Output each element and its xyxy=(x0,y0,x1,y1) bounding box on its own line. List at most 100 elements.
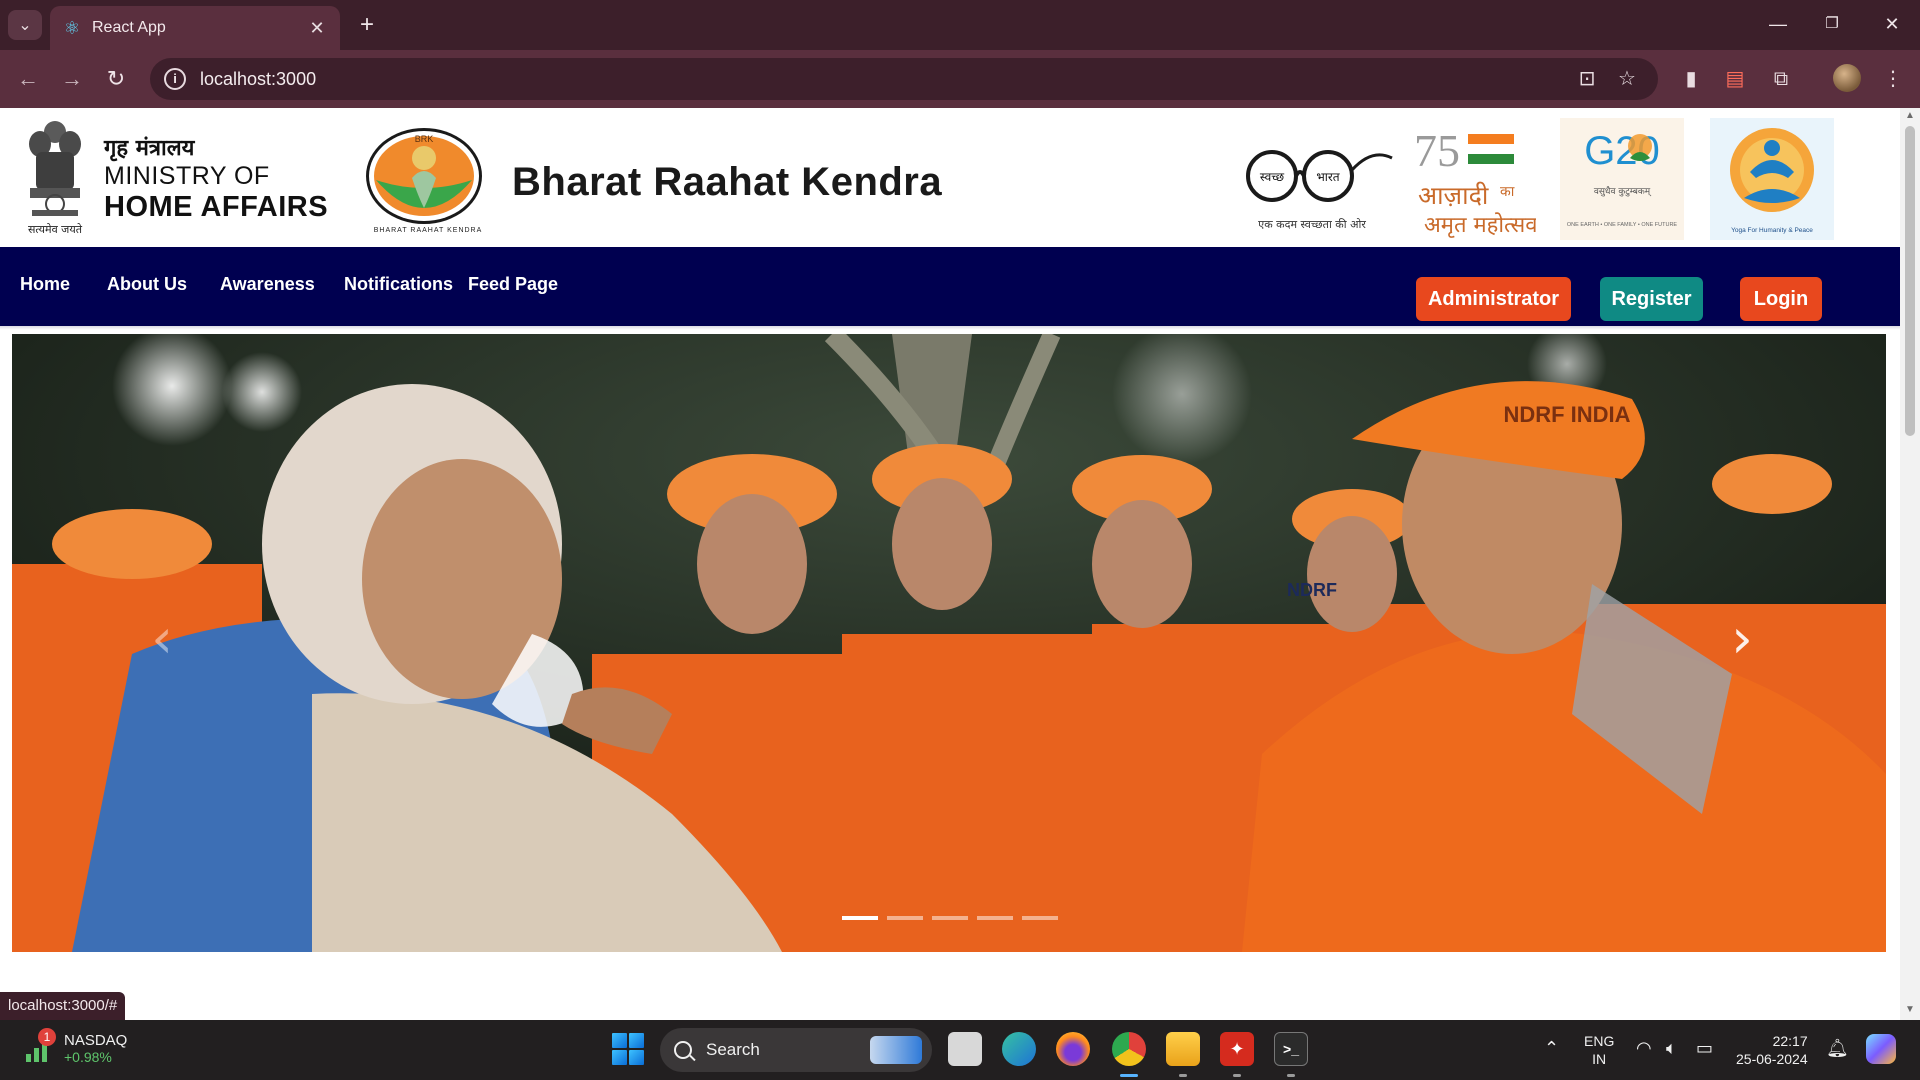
azadi-line2: अमृत महोत्सव xyxy=(1424,212,1536,238)
nav-link-home[interactable]: Home xyxy=(20,274,70,295)
acrobat-reader-icon[interactable]: ✦ xyxy=(1220,1032,1254,1066)
swachh-bharat-logo: स्वच्छ भारत एक कदम स्वच्छता की ओर xyxy=(1246,150,1393,231)
terminal-running-indicator xyxy=(1287,1074,1295,1077)
browser-tab-react-app[interactable]: ⚛ React App ✕ xyxy=(50,6,340,50)
carousel-prev-chevron-icon[interactable]: ‹ xyxy=(132,609,192,669)
extensions-puzzle-icon[interactable]: ⧉ xyxy=(1766,64,1796,94)
azadi-ka: का xyxy=(1500,184,1515,200)
site-header: सत्यमेव जयते गृह मंत्रालय MINISTRY OF HO… xyxy=(0,108,1900,247)
back-arrow-icon[interactable]: ← xyxy=(12,63,44,95)
stock-chart-icon: 1 xyxy=(22,1028,58,1066)
volume-icon[interactable]: 🔈︎ xyxy=(1666,1038,1677,1059)
brk-logo-text: BRK xyxy=(415,134,434,144)
browser-tab-bar: ⌄ ⚛ React App ✕ + — ❐ ✕ xyxy=(0,0,1920,50)
link-status-bubble: localhost:3000/# xyxy=(0,992,126,1020)
close-window-icon[interactable]: ✕ xyxy=(1872,8,1912,40)
site-title: Bharat Raahat Kendra xyxy=(512,160,943,204)
nav-link-about-us[interactable]: About Us xyxy=(107,274,187,295)
lang-line1: ENG xyxy=(1584,1033,1615,1049)
nav-link-awareness[interactable]: Awareness xyxy=(220,274,315,295)
g20-logo: G20 वसुधैव कुटुम्बकम् ONE EARTH • ONE FA… xyxy=(1560,118,1684,240)
system-clock[interactable]: 22:17 25-06-2024 xyxy=(1736,1032,1808,1068)
national-emblem-icon: सत्यमेव जयते xyxy=(28,121,83,236)
tab-title: React App xyxy=(92,19,166,36)
address-bar[interactable]: i localhost:3000 xyxy=(150,58,1658,100)
restore-window-icon[interactable]: ❐ xyxy=(1812,8,1852,40)
show-hidden-icons-chevron-icon[interactable]: ⌃ xyxy=(1544,1038,1559,1059)
browser-menu-icon[interactable]: ⋮ xyxy=(1878,64,1908,94)
terminal-icon[interactable]: >_ xyxy=(1274,1032,1308,1066)
install-app-icon[interactable]: ⊡ xyxy=(1570,62,1604,96)
photo-jacket-text: NDRF xyxy=(1287,580,1337,600)
edge-browser-icon[interactable] xyxy=(1002,1032,1036,1066)
bookmark-star-icon[interactable]: ☆ xyxy=(1610,62,1644,96)
carousel-next-chevron-icon[interactable]: › xyxy=(1712,609,1772,669)
ministry-hindi: गृह मंत्रालय xyxy=(104,136,195,161)
swachh-left-text: स्वच्छ xyxy=(1260,170,1284,184)
stock-change: +0.98% xyxy=(64,1048,112,1065)
photo-cap-text: NDRF INDIA xyxy=(1503,402,1630,427)
new-tab-plus-icon[interactable]: + xyxy=(352,10,382,40)
hero-slide-image: NDRF INDIA NDRF xyxy=(12,334,1886,952)
profile-avatar[interactable] xyxy=(1833,64,1861,92)
ministry-wordmark: गृह मंत्रालय MINISTRY OF HOME AFFAIRS xyxy=(104,132,328,224)
tab-close-icon[interactable]: ✕ xyxy=(306,18,328,39)
carousel-indicator-4[interactable] xyxy=(977,916,1013,920)
brk-logo[interactable]: BRK BHARAT RAAHAT KENDRA xyxy=(362,126,494,236)
ministry-line1: MINISTRY OF xyxy=(104,162,270,190)
task-view-icon[interactable] xyxy=(948,1032,982,1066)
stock-widget[interactable]: 1 NASDAQ +0.98% xyxy=(22,1028,128,1066)
browser-toolbar: ← → ↻ i localhost:3000 ⊡ ☆ ▮ ▤ ⧉ ⋮ xyxy=(0,50,1920,108)
tab-search-chevron-icon[interactable]: ⌄ xyxy=(8,10,42,40)
main-navbar: Home About Us Awareness Notifications Fe… xyxy=(0,247,1900,326)
azadi-ka-amrit-mahotsav-logo: 75 आज़ादी का अमृत महोत्सव xyxy=(1414,125,1536,238)
extension-calendar-icon[interactable]: ▤ xyxy=(1720,64,1750,94)
scrollbar-thumb[interactable] xyxy=(1905,126,1915,436)
stock-name: NASDAQ xyxy=(64,1031,128,1049)
firefox-icon[interactable] xyxy=(1056,1032,1090,1066)
react-favicon-icon: ⚛ xyxy=(63,18,81,38)
nav-link-notifications[interactable]: Notifications xyxy=(344,274,453,295)
ministry-line2: HOME AFFAIRS xyxy=(104,191,329,223)
emblem-motto: सत्यमेव जयते xyxy=(28,223,83,236)
azadi-number: 75 xyxy=(1414,125,1460,176)
yoga-caption: Yoga For Humanity & Peace xyxy=(1731,227,1813,234)
login-button[interactable]: Login xyxy=(1740,277,1822,321)
windows-taskbar: 1 NASDAQ +0.98% Search ✦ >_ ⌃ ENG IN ◠ 🔈… xyxy=(0,1020,1920,1080)
clock-date: 25-06-2024 xyxy=(1736,1051,1808,1067)
notification-bell-icon[interactable]: 🔔︎ xyxy=(1826,1038,1849,1059)
acrobat-running-indicator xyxy=(1233,1074,1241,1077)
scroll-up-arrow-icon[interactable]: ▲ xyxy=(1904,110,1916,121)
minimize-window-icon[interactable]: — xyxy=(1758,8,1798,40)
page-scrollbar[interactable]: ▲ ▼ xyxy=(1900,108,1920,1020)
g20-sub: वसुधैव कुटुम्बकम् xyxy=(1594,185,1652,197)
search-icon xyxy=(674,1041,692,1059)
register-button[interactable]: Register xyxy=(1600,277,1703,321)
copilot-icon[interactable] xyxy=(1866,1034,1896,1064)
swachh-caption: एक कदम स्वच्छता की ओर xyxy=(1258,218,1366,231)
file-explorer-icon[interactable] xyxy=(1166,1032,1200,1066)
carousel-indicator-5[interactable] xyxy=(1022,916,1058,920)
extension-icon[interactable]: ▮ xyxy=(1676,64,1706,94)
input-language-indicator[interactable]: ENG IN xyxy=(1584,1032,1614,1068)
brk-logo-caption: BHARAT RAAHAT KENDRA xyxy=(374,227,483,234)
site-info-icon[interactable]: i xyxy=(164,68,186,90)
carousel-indicator-3[interactable] xyxy=(932,916,968,920)
taskbar-search-box[interactable]: Search xyxy=(660,1028,932,1072)
chrome-icon[interactable] xyxy=(1112,1032,1146,1066)
carousel-indicator-2[interactable] xyxy=(887,916,923,920)
reload-icon[interactable]: ↻ xyxy=(100,63,132,95)
scroll-down-arrow-icon[interactable]: ▼ xyxy=(1904,1004,1916,1015)
forward-arrow-icon[interactable]: → xyxy=(56,63,88,95)
stock-notification-badge: 1 xyxy=(38,1028,56,1046)
hero-carousel[interactable]: NDRF INDIA NDRF ‹ › xyxy=(12,334,1886,952)
windows-start-icon[interactable] xyxy=(612,1033,644,1065)
carousel-indicator-1[interactable] xyxy=(842,916,878,920)
administrator-button[interactable]: Administrator xyxy=(1416,277,1571,321)
battery-icon[interactable]: ▭ xyxy=(1696,1038,1713,1059)
nav-link-feed-page[interactable]: Feed Page xyxy=(468,274,558,295)
wifi-icon[interactable]: ◠ xyxy=(1636,1038,1652,1059)
navbar-divider xyxy=(0,326,1900,330)
yoga-day-logo: Yoga For Humanity & Peace xyxy=(1710,118,1834,240)
taskbar-search-placeholder: Search xyxy=(706,1040,760,1059)
